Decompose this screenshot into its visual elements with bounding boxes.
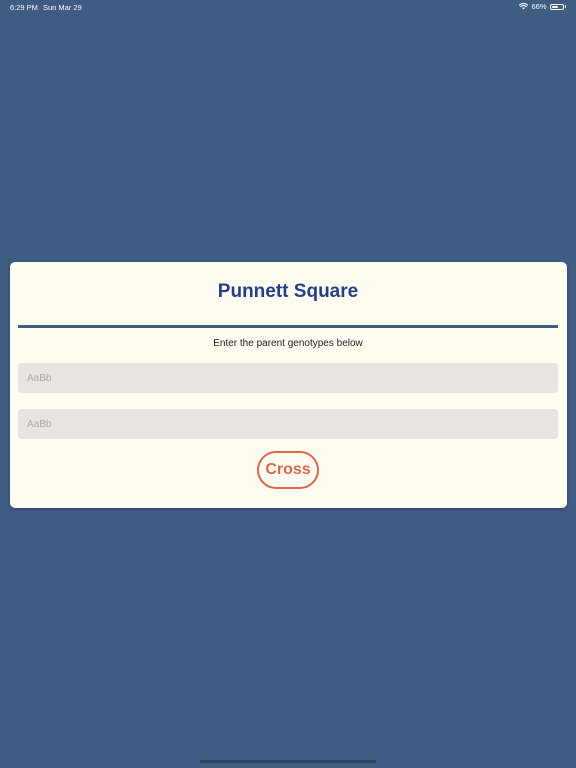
cross-button[interactable]: Cross bbox=[257, 451, 319, 489]
status-bar: 6:29 PM Sun Mar 29 66% bbox=[0, 0, 576, 14]
page-title: Punnett Square bbox=[217, 281, 359, 302]
battery-percent: 66% bbox=[531, 2, 547, 11]
battery-icon bbox=[549, 3, 566, 10]
title-divider bbox=[18, 325, 558, 328]
status-date: Sun Mar 29 bbox=[43, 3, 82, 12]
status-time: 6:29 PM bbox=[10, 3, 38, 12]
instructions-text: Enter the parent genotypes below bbox=[213, 338, 363, 349]
wifi-icon bbox=[519, 3, 529, 10]
parent2-genotype-input[interactable] bbox=[18, 409, 558, 439]
status-indicators: 66% bbox=[519, 2, 566, 11]
parent1-genotype-input[interactable] bbox=[18, 363, 558, 393]
home-indicator bbox=[200, 760, 376, 763]
